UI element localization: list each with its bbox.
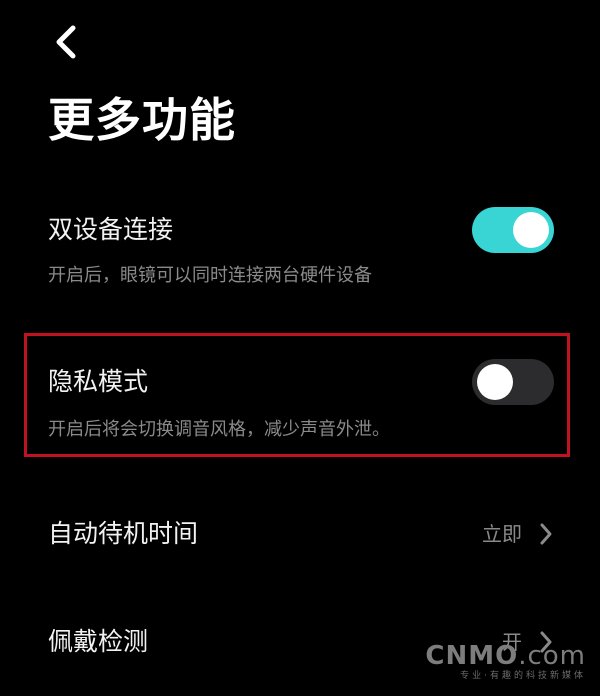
privacy-mode-toggle[interactable] [472, 359, 554, 405]
toggle-knob [513, 212, 549, 248]
privacy-mode-description: 开启后将会切换调音风格，减少声音外泄。 [48, 419, 390, 440]
dual-device-label: 双设备连接 [48, 215, 174, 244]
setting-privacy-mode: 隐私模式 开启后将会切换调音风格，减少声音外泄。 [0, 359, 600, 454]
back-button[interactable] [46, 22, 86, 62]
watermark-logo: CNMO.com [425, 642, 586, 670]
watermark-tagline: 专业·有趣的科技新媒体 [460, 671, 586, 681]
dual-device-description: 开启后，眼镜可以同时连接两台硬件设备 [48, 265, 372, 286]
dual-device-toggle[interactable] [472, 207, 554, 253]
watermark: CNMO.com 专业·有趣的科技新媒体 [425, 642, 586, 682]
auto-standby-value: 立即 [482, 522, 522, 546]
setting-auto-standby[interactable]: 自动待机时间 立即 [0, 504, 600, 564]
watermark-logo-text: CNMO [425, 641, 519, 671]
setting-dual-device: 双设备连接 开启后，眼镜可以同时连接两台硬件设备 [0, 207, 600, 300]
wear-detection-label: 佩戴检测 [48, 627, 149, 656]
watermark-logo-suffix: .com [518, 641, 586, 671]
page-title: 更多功能 [48, 93, 236, 147]
auto-standby-label: 自动待机时间 [48, 519, 199, 548]
toggle-knob [477, 364, 513, 400]
chevron-right-icon [540, 523, 552, 545]
chevron-left-icon [56, 25, 76, 59]
privacy-mode-label: 隐私模式 [48, 367, 149, 396]
